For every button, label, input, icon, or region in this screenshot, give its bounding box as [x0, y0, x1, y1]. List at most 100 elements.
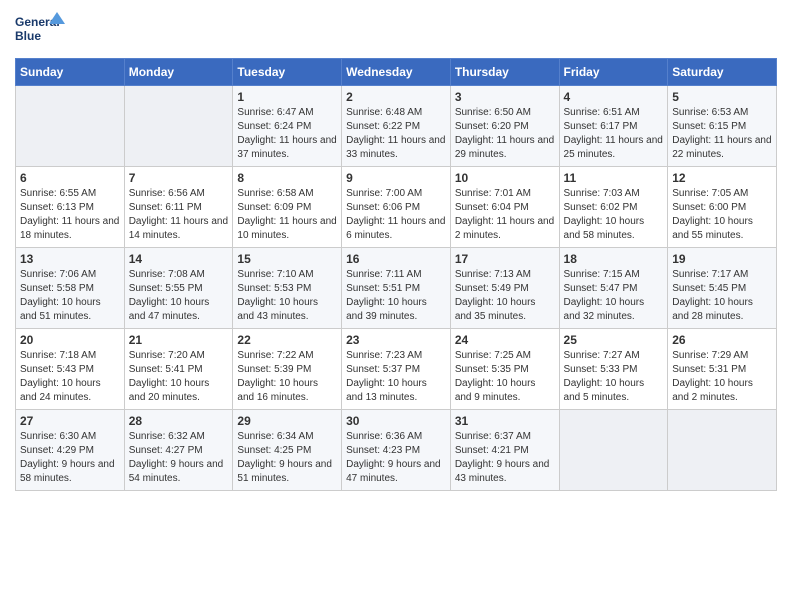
calendar-cell: 17Sunrise: 7:13 AMSunset: 5:49 PMDayligh…: [450, 248, 559, 329]
day-number: 25: [564, 333, 664, 347]
day-info: Sunrise: 7:06 AMSunset: 5:58 PMDaylight:…: [20, 268, 120, 324]
weekday-header-thursday: Thursday: [450, 59, 559, 86]
day-info: Sunrise: 6:36 AMSunset: 4:23 PMDaylight:…: [346, 430, 446, 486]
day-info: Sunrise: 7:03 AMSunset: 6:02 PMDaylight:…: [564, 187, 664, 243]
day-number: 31: [455, 414, 555, 428]
day-info: Sunrise: 6:47 AMSunset: 6:24 PMDaylight:…: [237, 106, 337, 162]
calendar-cell: 15 Sunrise: 7:10 AMSunset: 5:53 PMDayligh…: [233, 248, 342, 329]
day-number: 4: [564, 90, 664, 104]
day-info: Sunrise: 6:56 AMSunset: 6:11 PMDaylight:…: [129, 187, 229, 243]
day-number: 8: [237, 171, 337, 185]
day-number: 11: [564, 171, 664, 185]
calendar-cell: [124, 86, 233, 167]
weekday-header-wednesday: Wednesday: [342, 59, 451, 86]
calendar-cell: [668, 410, 777, 491]
week-row-4: 20 Sunrise: 7:18 AMSunset: 5:43 PMDayligh…: [16, 329, 777, 410]
day-number: 21: [129, 333, 229, 347]
weekday-header-row: SundayMondayTuesdayWednesdayThursdayFrid…: [16, 59, 777, 86]
weekday-header-tuesday: Tuesday: [233, 59, 342, 86]
week-row-2: 6 Sunrise: 6:55 AMSunset: 6:13 PMDaylight…: [16, 167, 777, 248]
calendar-cell: 28 Sunrise: 6:32 AMSunset: 4:27 PMDayligh…: [124, 410, 233, 491]
day-number: 24: [455, 333, 555, 347]
calendar-cell: 22 Sunrise: 7:22 AMSunset: 5:39 PMDayligh…: [233, 329, 342, 410]
day-info: Sunrise: 7:11 AMSunset: 5:51 PMDaylight:…: [346, 268, 446, 324]
calendar-cell: 19 Sunrise: 7:17 AMSunset: 5:45 PMDayligh…: [668, 248, 777, 329]
calendar-cell: 29 Sunrise: 6:34 AMSunset: 4:25 PMDayligh…: [233, 410, 342, 491]
calendar-table: SundayMondayTuesdayWednesdayThursdayFrid…: [15, 58, 777, 491]
day-number: 5: [672, 90, 772, 104]
calendar-cell: 14 Sunrise: 7:08 AMSunset: 5:55 PMDayligh…: [124, 248, 233, 329]
calendar-cell: 9 Sunrise: 7:00 AMSunset: 6:06 PMDaylight…: [342, 167, 451, 248]
day-info: Sunrise: 6:34 AMSunset: 4:25 PMDaylight:…: [237, 430, 337, 486]
calendar-cell: 7 Sunrise: 6:56 AMSunset: 6:11 PMDaylight…: [124, 167, 233, 248]
day-info: Sunrise: 7:22 AMSunset: 5:39 PMDaylight:…: [237, 349, 337, 405]
calendar-cell: [16, 86, 125, 167]
day-info: Sunrise: 7:18 AMSunset: 5:43 PMDaylight:…: [20, 349, 120, 405]
day-info: Sunrise: 6:30 AMSunset: 4:29 PMDaylight:…: [20, 430, 120, 486]
week-row-5: 27 Sunrise: 6:30 AMSunset: 4:29 PMDayligh…: [16, 410, 777, 491]
day-info: Sunrise: 7:00 AMSunset: 6:06 PMDaylight:…: [346, 187, 446, 243]
calendar-cell: 31Sunrise: 6:37 AMSunset: 4:21 PMDayligh…: [450, 410, 559, 491]
calendar-cell: 2Sunrise: 6:48 AMSunset: 6:22 PMDaylight…: [342, 86, 451, 167]
day-info: Sunrise: 6:50 AMSunset: 6:20 PMDaylight:…: [455, 106, 555, 162]
logo: General Blue: [15, 10, 65, 50]
day-number: 3: [455, 90, 555, 104]
calendar-cell: 10 Sunrise: 7:01 AMSunset: 6:04 PMDayligh…: [450, 167, 559, 248]
calendar-cell: 12Sunrise: 7:05 AMSunset: 6:00 PMDayligh…: [668, 167, 777, 248]
calendar-cell: 24 Sunrise: 7:25 AMSunset: 5:35 PMDayligh…: [450, 329, 559, 410]
calendar-cell: 1 Sunrise: 6:47 AMSunset: 6:24 PMDaylight…: [233, 86, 342, 167]
day-number: 1: [237, 90, 337, 104]
calendar-cell: 6 Sunrise: 6:55 AMSunset: 6:13 PMDaylight…: [16, 167, 125, 248]
day-info: Sunrise: 7:10 AMSunset: 5:53 PMDaylight:…: [237, 268, 337, 324]
day-number: 18: [564, 252, 664, 266]
day-number: 15: [237, 252, 337, 266]
day-info: Sunrise: 6:32 AMSunset: 4:27 PMDaylight:…: [129, 430, 229, 486]
day-number: 14: [129, 252, 229, 266]
calendar-cell: 8 Sunrise: 6:58 AMSunset: 6:09 PMDaylight…: [233, 167, 342, 248]
calendar-cell: 21 Sunrise: 7:20 AMSunset: 5:41 PMDayligh…: [124, 329, 233, 410]
day-number: 26: [672, 333, 772, 347]
day-number: 10: [455, 171, 555, 185]
weekday-header-sunday: Sunday: [16, 59, 125, 86]
day-number: 16: [346, 252, 446, 266]
calendar-cell: [559, 410, 668, 491]
day-info: Sunrise: 7:15 AMSunset: 5:47 PMDaylight:…: [564, 268, 664, 324]
day-number: 19: [672, 252, 772, 266]
day-info: Sunrise: 7:08 AMSunset: 5:55 PMDaylight:…: [129, 268, 229, 324]
day-info: Sunrise: 6:58 AMSunset: 6:09 PMDaylight:…: [237, 187, 337, 243]
day-number: 29: [237, 414, 337, 428]
calendar-container: General Blue SundayMondayTuesdayWednesda…: [0, 0, 792, 506]
day-info: Sunrise: 7:29 AMSunset: 5:31 PMDaylight:…: [672, 349, 772, 405]
day-number: 28: [129, 414, 229, 428]
day-info: Sunrise: 6:48 AMSunset: 6:22 PMDaylight:…: [346, 106, 446, 162]
week-row-3: 13 Sunrise: 7:06 AMSunset: 5:58 PMDayligh…: [16, 248, 777, 329]
calendar-cell: 20 Sunrise: 7:18 AMSunset: 5:43 PMDayligh…: [16, 329, 125, 410]
svg-text:Blue: Blue: [15, 29, 41, 43]
calendar-cell: 18 Sunrise: 7:15 AMSunset: 5:47 PMDayligh…: [559, 248, 668, 329]
header: General Blue: [15, 10, 777, 50]
day-number: 7: [129, 171, 229, 185]
day-info: Sunrise: 6:55 AMSunset: 6:13 PMDaylight:…: [20, 187, 120, 243]
calendar-cell: 23Sunrise: 7:23 AMSunset: 5:37 PMDayligh…: [342, 329, 451, 410]
calendar-cell: 11 Sunrise: 7:03 AMSunset: 6:02 PMDayligh…: [559, 167, 668, 248]
day-number: 27: [20, 414, 120, 428]
day-number: 6: [20, 171, 120, 185]
weekday-header-monday: Monday: [124, 59, 233, 86]
day-number: 22: [237, 333, 337, 347]
week-row-1: 1 Sunrise: 6:47 AMSunset: 6:24 PMDaylight…: [16, 86, 777, 167]
day-number: 9: [346, 171, 446, 185]
day-info: Sunrise: 7:01 AMSunset: 6:04 PMDaylight:…: [455, 187, 555, 243]
day-info: Sunrise: 6:53 AMSunset: 6:15 PMDaylight:…: [672, 106, 772, 162]
day-number: 12: [672, 171, 772, 185]
calendar-cell: 16 Sunrise: 7:11 AMSunset: 5:51 PMDayligh…: [342, 248, 451, 329]
logo-svg: General Blue: [15, 10, 65, 50]
day-info: Sunrise: 7:25 AMSunset: 5:35 PMDaylight:…: [455, 349, 555, 405]
calendar-cell: 13 Sunrise: 7:06 AMSunset: 5:58 PMDayligh…: [16, 248, 125, 329]
day-info: Sunrise: 7:20 AMSunset: 5:41 PMDaylight:…: [129, 349, 229, 405]
day-info: Sunrise: 7:17 AMSunset: 5:45 PMDaylight:…: [672, 268, 772, 324]
day-info: Sunrise: 6:51 AMSunset: 6:17 PMDaylight:…: [564, 106, 664, 162]
day-number: 13: [20, 252, 120, 266]
day-number: 30: [346, 414, 446, 428]
day-number: 20: [20, 333, 120, 347]
day-number: 17: [455, 252, 555, 266]
